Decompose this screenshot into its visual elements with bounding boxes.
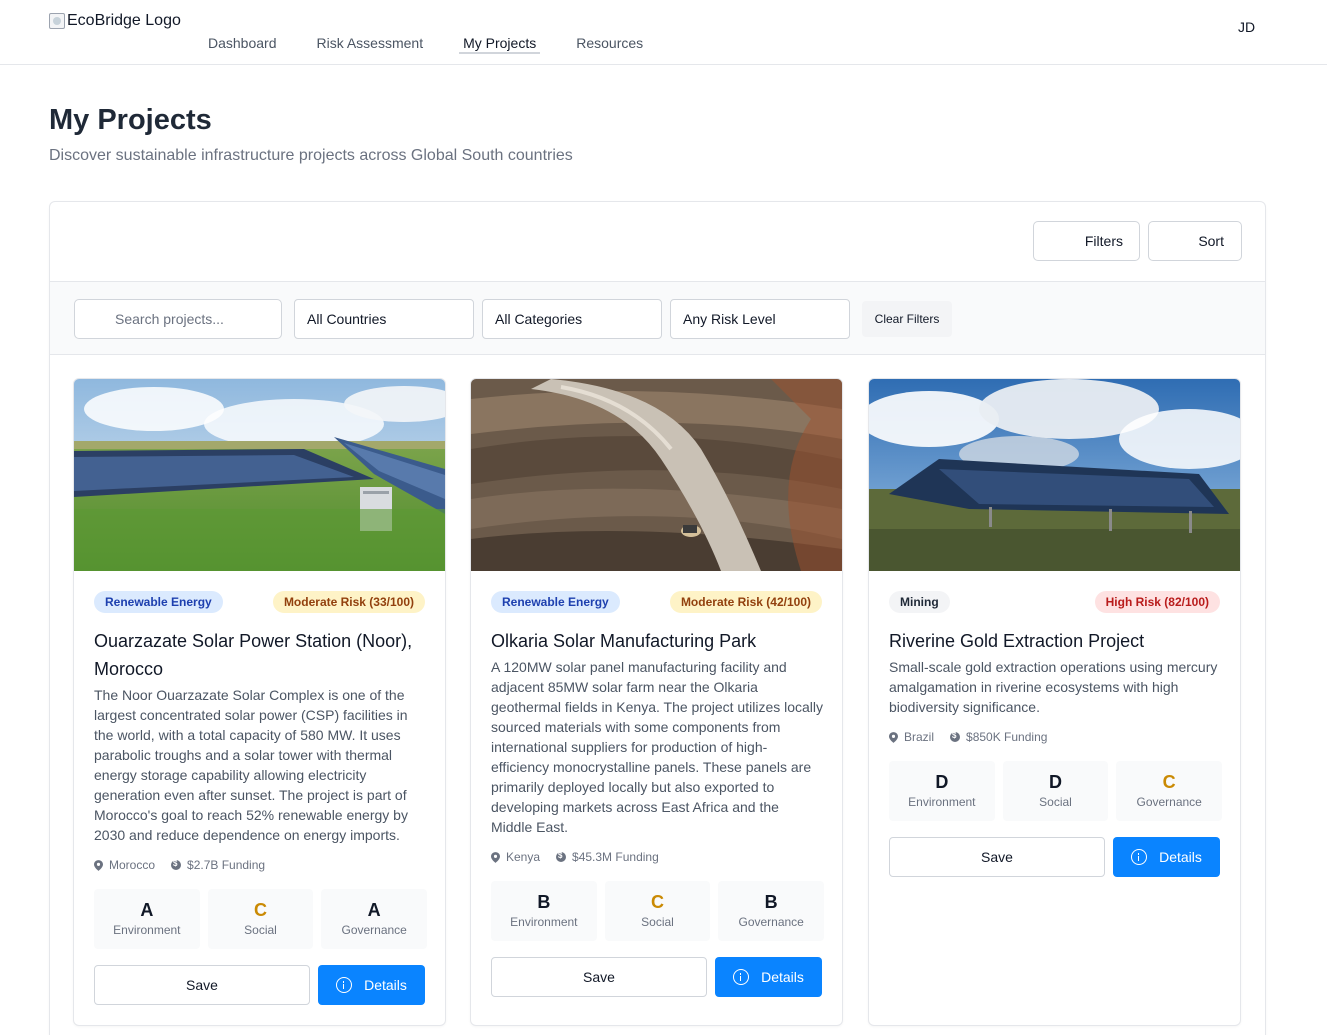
country-select[interactable]: All Countries (294, 299, 474, 339)
filters-button[interactable]: Filters (1033, 221, 1140, 261)
location-pin-icon (889, 731, 898, 743)
project-card[interactable]: Renewable Energy Moderate Risk (33/100) … (73, 378, 446, 1026)
broken-image-icon (49, 13, 65, 29)
logo-alt-text: EcoBridge Logo (67, 12, 181, 29)
risk-badge: High Risk (82/100) (1094, 591, 1220, 613)
project-card[interactable]: Mining High Risk (82/100) Riverine Gold … (868, 378, 1241, 1026)
project-image (74, 379, 445, 571)
esg-scores: A Environment C Social A Governance (94, 889, 428, 949)
score-social: C Social (207, 889, 314, 949)
esg-scores: B Environment C Social B Governance (491, 881, 825, 941)
top-navigation-bar: EcoBridge Logo Dashboard Risk Assessment… (0, 0, 1327, 65)
category-select[interactable]: All Categories (482, 299, 662, 339)
category-badge: Renewable Energy (94, 591, 223, 613)
project-meta: Morocco $2.7B Funding (94, 858, 265, 872)
score-grade: D (1049, 772, 1062, 792)
nav-dashboard[interactable]: Dashboard (208, 35, 277, 54)
nav-my-projects[interactable]: My Projects (459, 35, 541, 54)
score-label: Governance (1136, 795, 1202, 809)
project-funding: $2.7B Funding (187, 858, 266, 872)
project-title[interactable]: Ouarzazate Solar Power Station (Noor), M… (94, 627, 427, 683)
save-button[interactable]: Save (94, 965, 310, 1005)
nav-resources[interactable]: Resources (576, 35, 643, 54)
score-governance: B Governance (718, 881, 825, 941)
project-meta: Kenya $45.3M Funding (491, 850, 659, 864)
score-social: D Social (1002, 761, 1109, 821)
info-icon (336, 977, 353, 993)
sort-button[interactable]: Sort (1148, 221, 1242, 261)
funding-coin-icon (171, 859, 182, 870)
save-button[interactable]: Save (889, 837, 1105, 877)
score-grade: C (254, 900, 267, 920)
score-label: Social (1039, 795, 1072, 809)
details-label: Details (761, 969, 804, 985)
esg-scores: D Environment D Social C Governance (889, 761, 1223, 821)
score-grade: B (764, 892, 778, 912)
clear-filters-button[interactable]: Clear Filters (862, 301, 952, 337)
nav-risk-assessment[interactable]: Risk Assessment (317, 35, 424, 54)
project-description: A 120MW solar panel manufacturing facili… (491, 659, 824, 835)
score-environment: A Environment (94, 889, 200, 949)
location-pin-icon (94, 859, 103, 871)
details-button[interactable]: Details (318, 965, 425, 1005)
score-label: Environment (908, 795, 976, 809)
score-grade: A (140, 900, 154, 920)
funding-coin-icon (950, 731, 961, 742)
logo[interactable]: EcoBridge Logo (49, 12, 181, 30)
score-grade: D (935, 772, 949, 792)
score-governance: C Governance (1116, 761, 1223, 821)
project-description: Small-scale gold extraction operations u… (889, 659, 1218, 715)
page-subtitle: Discover sustainable infrastructure proj… (49, 147, 573, 164)
user-avatar[interactable]: JD (1238, 19, 1255, 35)
score-label: Social (244, 923, 277, 937)
risk-badge: Moderate Risk (33/100) (272, 591, 425, 613)
project-country: Kenya (506, 850, 541, 864)
score-environment: D Environment (889, 761, 995, 821)
score-label: Social (641, 915, 674, 929)
project-meta: Brazil $850K Funding (889, 730, 1047, 744)
project-funding: $45.3M Funding (572, 850, 659, 864)
details-button[interactable]: Details (715, 957, 822, 997)
location-pin-icon (491, 851, 500, 863)
info-icon (733, 969, 750, 985)
info-icon (1131, 849, 1148, 865)
score-grade: C (651, 892, 664, 912)
filter-bar: All Countries All Categories Any Risk Le… (50, 281, 1265, 355)
details-label: Details (364, 977, 407, 993)
score-grade: B (537, 892, 551, 912)
details-button[interactable]: Details (1113, 837, 1220, 877)
project-country: Brazil (904, 730, 935, 744)
score-grade: C (1162, 772, 1176, 792)
project-image (471, 379, 842, 571)
project-title[interactable]: Olkaria Solar Manufacturing Park (491, 627, 824, 655)
page-title: My Projects (49, 104, 212, 136)
project-description: The Noor Ouarzazate Solar Complex is one… (94, 687, 408, 843)
project-image (869, 379, 1240, 571)
score-label: Environment (510, 915, 578, 929)
score-label: Environment (113, 923, 181, 937)
project-title[interactable]: Riverine Gold Extraction Project (889, 627, 1222, 655)
score-governance: A Governance (321, 889, 428, 949)
project-country: Morocco (109, 858, 156, 872)
save-button[interactable]: Save (491, 957, 707, 997)
score-label: Governance (738, 915, 804, 929)
score-environment: B Environment (491, 881, 597, 941)
category-badge: Mining (889, 591, 950, 613)
category-badge: Renewable Energy (491, 591, 620, 613)
project-funding: $850K Funding (966, 730, 1048, 744)
funding-coin-icon (556, 851, 567, 862)
main-nav: Dashboard Risk Assessment My Projects Re… (208, 35, 683, 54)
project-card[interactable]: Renewable Energy Moderate Risk (42/100) … (470, 378, 843, 1026)
score-grade: A (367, 900, 381, 920)
risk-badge: Moderate Risk (42/100) (669, 591, 822, 613)
score-social: C Social (604, 881, 711, 941)
risk-level-select[interactable]: Any Risk Level (670, 299, 850, 339)
score-label: Governance (341, 923, 407, 937)
details-label: Details (1159, 849, 1202, 865)
search-input[interactable] (74, 299, 282, 339)
